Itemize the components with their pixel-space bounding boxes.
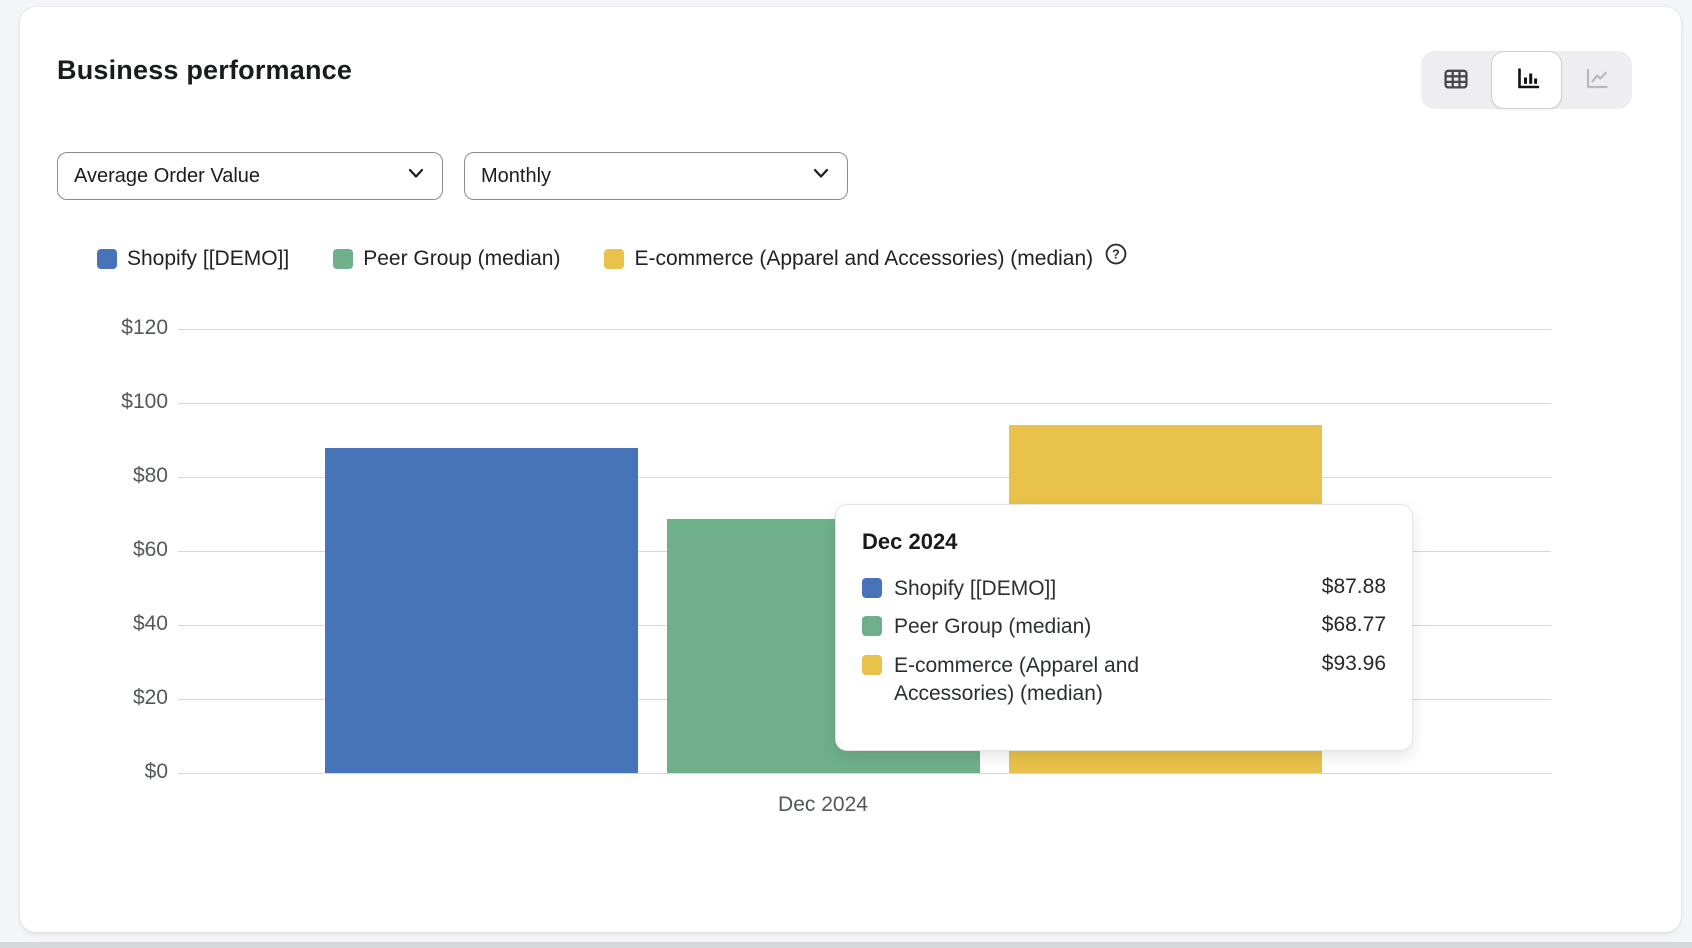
metric-dropdown[interactable]: Average Order Value: [57, 152, 443, 200]
y-axis-tick-label: $120: [50, 316, 168, 340]
tooltip-swatch: [862, 655, 882, 675]
y-axis-tick-label: $20: [50, 686, 168, 710]
bar-1[interactable]: [325, 448, 638, 773]
business-performance-card: Business performance: [20, 7, 1681, 932]
tooltip-series-label: Peer Group (median): [894, 613, 1224, 641]
tooltip-series-value: $93.96: [1322, 652, 1386, 676]
chevron-down-icon: [404, 161, 428, 191]
line-chart-icon: [1582, 64, 1612, 97]
bar-chart-view-button[interactable]: [1491, 51, 1563, 109]
bar-chart: Dec 2024 $120 $100 $80 $60 $40 $20 $0: [20, 7, 1681, 932]
bar-chart-icon: [1512, 64, 1542, 97]
legend-label: Shopify [[DEMO]]: [127, 247, 289, 271]
chart-tooltip: Dec 2024 Shopify [[DEMO]] $87.88 Peer Grou…: [835, 504, 1413, 751]
tooltip-series-label: Shopify [[DEMO]]: [894, 575, 1224, 603]
y-axis-tick-label: $80: [50, 464, 168, 488]
granularity-dropdown[interactable]: Monthly: [464, 152, 848, 200]
help-circle-icon[interactable]: ?: [1103, 241, 1129, 273]
y-axis-tick-label: $0: [50, 760, 168, 784]
x-axis-label: Dec 2024: [723, 793, 923, 817]
legend-item: E-commerce (Apparel and Accessories) (me…: [604, 247, 1093, 271]
page-bottom-divider: [0, 942, 1692, 948]
tooltip-row: Shopify [[DEMO]] $87.88: [862, 575, 1386, 603]
y-axis-tick-label: $100: [50, 390, 168, 414]
view-toggle-group: [1421, 51, 1632, 109]
tooltip-row: Peer Group (median) $68.77: [862, 613, 1386, 641]
tooltip-series-value: $87.88: [1322, 575, 1386, 599]
chevron-down-icon: [809, 161, 833, 191]
legend-item: Shopify [[DEMO]]: [97, 247, 289, 271]
tooltip-series-value: $68.77: [1322, 613, 1386, 637]
gridline: [178, 403, 1551, 404]
gridline: [178, 329, 1551, 330]
tooltip-series-label: E-commerce (Apparel and Accessories) (me…: [894, 652, 1224, 709]
legend-label: E-commerce (Apparel and Accessories) (me…: [634, 247, 1093, 271]
tooltip-swatch: [862, 616, 882, 636]
granularity-dropdown-value: Monthly: [481, 165, 551, 188]
metric-dropdown-value: Average Order Value: [74, 165, 260, 188]
table-view-button[interactable]: [1421, 51, 1491, 109]
table-icon: [1441, 64, 1471, 97]
tooltip-title: Dec 2024: [862, 529, 1386, 555]
legend-swatch: [604, 249, 624, 269]
tooltip-row: E-commerce (Apparel and Accessories) (me…: [862, 652, 1386, 709]
tooltip-swatch: [862, 578, 882, 598]
legend-swatch: [333, 249, 353, 269]
svg-text:?: ?: [1112, 248, 1120, 262]
y-axis-tick-label: $60: [50, 538, 168, 562]
chart-legend: Shopify [[DEMO]] Peer Group (median) E-com…: [97, 247, 1129, 273]
legend-label: Peer Group (median): [363, 247, 560, 271]
y-axis-tick-label: $40: [50, 612, 168, 636]
gridline: [178, 773, 1551, 774]
line-chart-view-button[interactable]: [1562, 51, 1632, 109]
legend-swatch: [97, 249, 117, 269]
page-title: Business performance: [57, 55, 352, 86]
legend-item: Peer Group (median): [333, 247, 560, 271]
